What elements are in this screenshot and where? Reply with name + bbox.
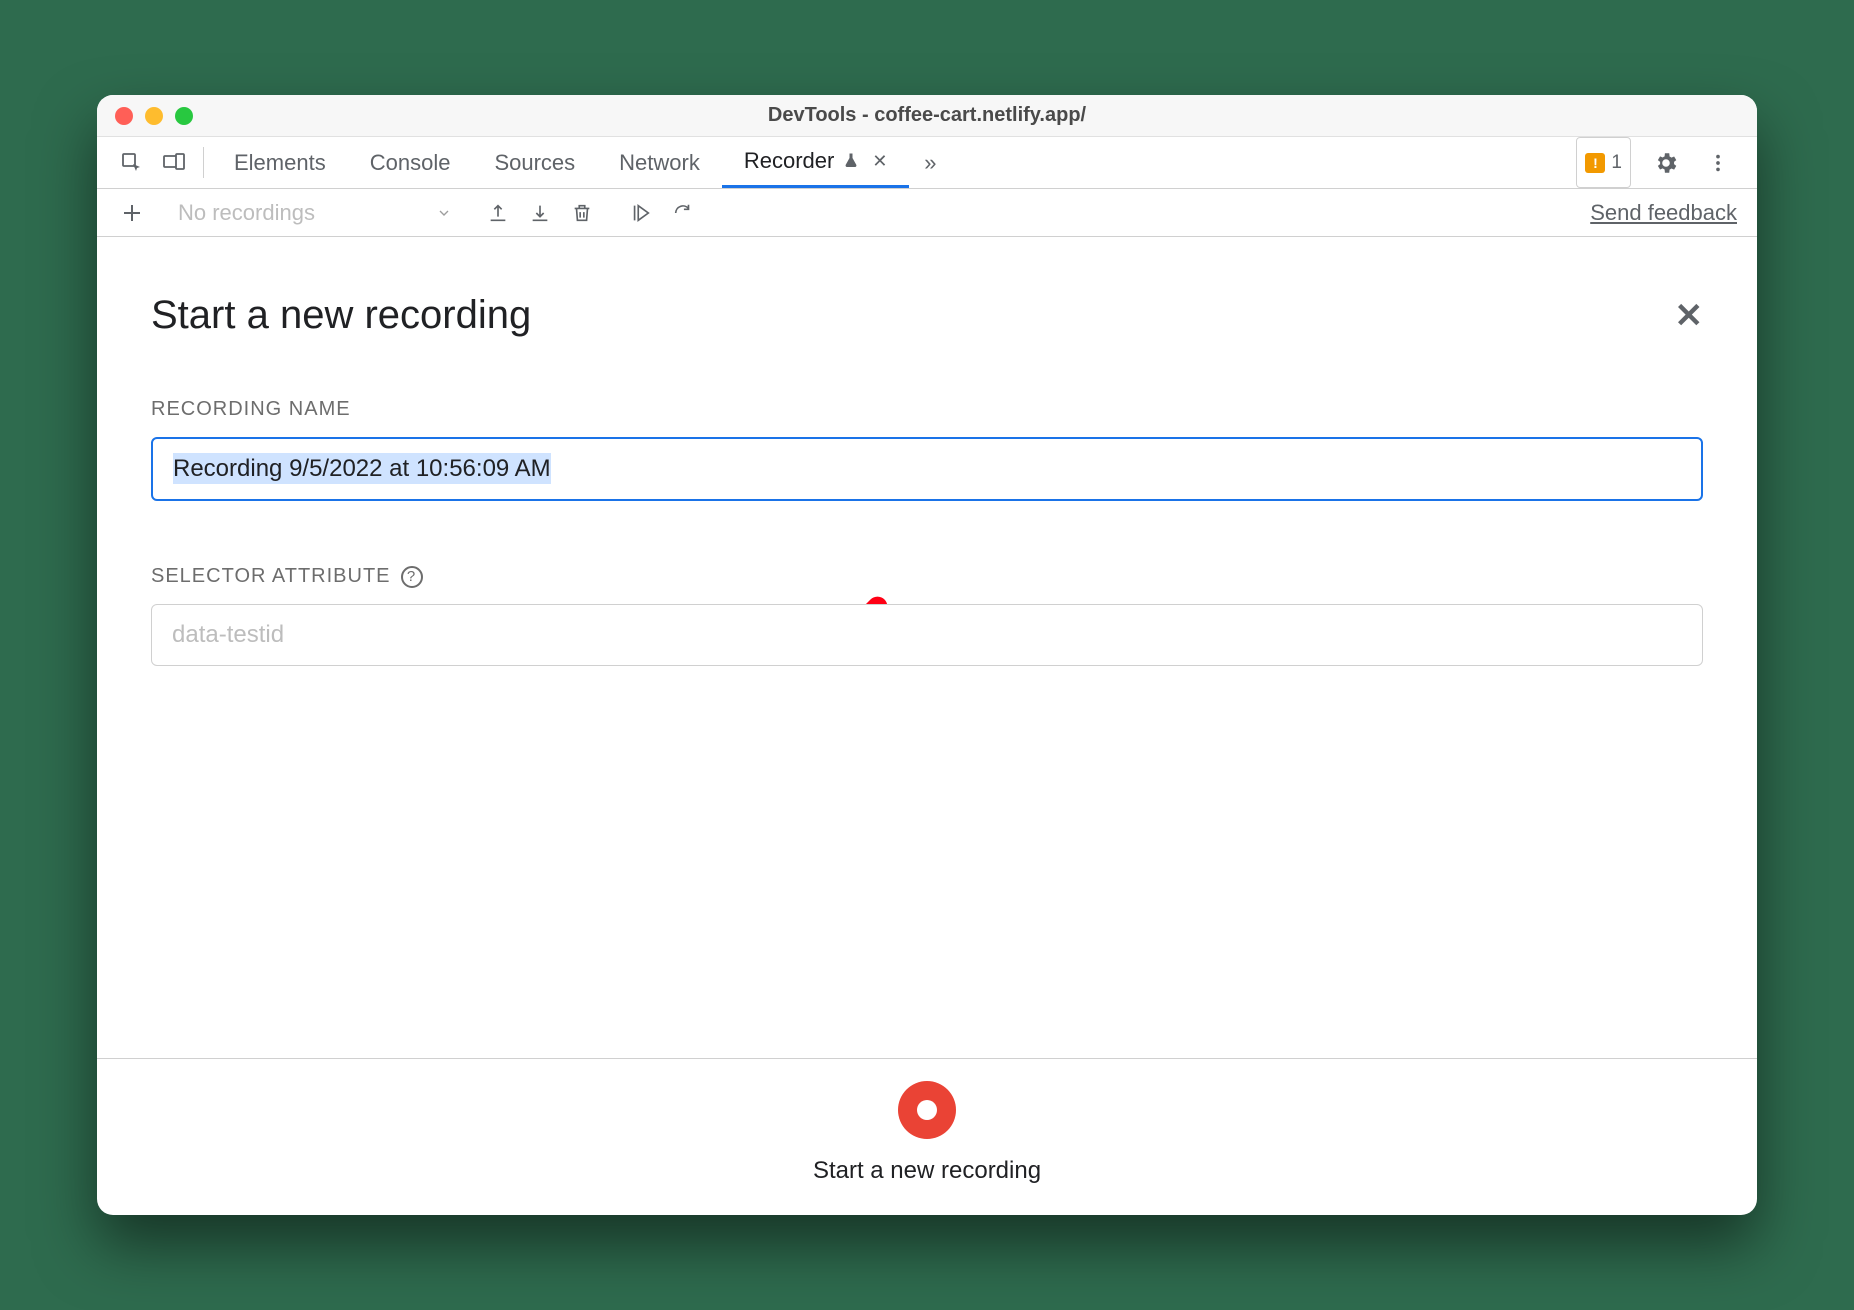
warning-icon: ! — [1585, 153, 1605, 173]
replay-icon[interactable] — [620, 189, 662, 236]
recordings-dropdown[interactable]: No recordings — [170, 200, 460, 226]
settings-icon[interactable] — [1645, 137, 1687, 188]
flask-icon — [842, 152, 860, 170]
send-feedback-link[interactable]: Send feedback — [1590, 200, 1737, 226]
tab-label: Sources — [494, 150, 575, 176]
device-toolbar-icon[interactable] — [153, 137, 195, 188]
export-icon[interactable] — [477, 189, 519, 236]
window-title: DevTools - coffee-cart.netlify.app/ — [97, 104, 1757, 127]
chevron-down-icon — [436, 205, 452, 221]
tab-close-icon[interactable]: ✕ — [872, 151, 887, 172]
warnings-count: 1 — [1611, 152, 1622, 174]
tab-console[interactable]: Console — [348, 137, 473, 188]
help-icon[interactable]: ? — [401, 566, 423, 588]
traffic-lights — [115, 107, 193, 125]
recording-name-input[interactable]: Recording 9/5/2022 at 10:56:09 AM — [151, 437, 1703, 501]
tab-label: Recorder — [744, 148, 834, 174]
window-zoom-button[interactable] — [175, 107, 193, 125]
selector-attribute-label: SELECTOR ATTRIBUTE ? — [151, 565, 1703, 588]
tab-network[interactable]: Network — [597, 137, 722, 188]
more-tabs-icon[interactable]: » — [909, 137, 951, 188]
record-icon — [917, 1100, 937, 1120]
start-recording-button[interactable] — [898, 1081, 956, 1139]
tab-elements[interactable]: Elements — [212, 137, 348, 188]
new-recording-panel: Start a new recording ✕ RECORDING NAME R… — [97, 237, 1757, 1058]
dropdown-label: No recordings — [178, 200, 315, 226]
recording-name-field: RECORDING NAME Recording 9/5/2022 at 10:… — [151, 398, 1703, 501]
panel-title: Start a new recording — [151, 293, 531, 338]
selector-attribute-field: SELECTOR ATTRIBUTE ? data-testid — [151, 565, 1703, 666]
recorder-content: Start a new recording ✕ RECORDING NAME R… — [97, 237, 1757, 1215]
inspect-element-icon[interactable] — [111, 137, 153, 188]
window-minimize-button[interactable] — [145, 107, 163, 125]
tab-label: Console — [370, 150, 451, 176]
footer-label: Start a new recording — [813, 1157, 1041, 1185]
replay-settings-icon[interactable] — [662, 189, 704, 236]
tab-recorder[interactable]: Recorder ✕ — [722, 137, 910, 188]
separator — [203, 147, 204, 178]
devtools-tabs: Elements Console Sources Network Recorde… — [97, 137, 1757, 189]
import-icon[interactable] — [519, 189, 561, 236]
recording-name-value: Recording 9/5/2022 at 10:56:09 AM — [173, 453, 551, 484]
close-panel-icon[interactable]: ✕ — [1675, 299, 1704, 333]
window-close-button[interactable] — [115, 107, 133, 125]
add-recording-icon[interactable] — [111, 189, 153, 236]
titlebar: DevTools - coffee-cart.netlify.app/ — [97, 95, 1757, 137]
tab-sources[interactable]: Sources — [472, 137, 597, 188]
kebab-menu-icon[interactable] — [1697, 137, 1739, 188]
warnings-badge[interactable]: ! 1 — [1576, 137, 1631, 188]
panel-header: Start a new recording ✕ — [151, 293, 1703, 338]
delete-icon[interactable] — [561, 189, 603, 236]
tab-label: Elements — [234, 150, 326, 176]
selector-label-text: SELECTOR ATTRIBUTE — [151, 565, 391, 588]
footer: Start a new recording — [97, 1058, 1757, 1215]
recording-name-label: RECORDING NAME — [151, 398, 1703, 421]
recorder-toolbar: No recordings Send feedback — [97, 189, 1757, 237]
selector-attribute-input[interactable]: data-testid — [151, 604, 1703, 666]
tab-label: Network — [619, 150, 700, 176]
devtools-window: DevTools - coffee-cart.netlify.app/ Elem… — [97, 95, 1757, 1215]
